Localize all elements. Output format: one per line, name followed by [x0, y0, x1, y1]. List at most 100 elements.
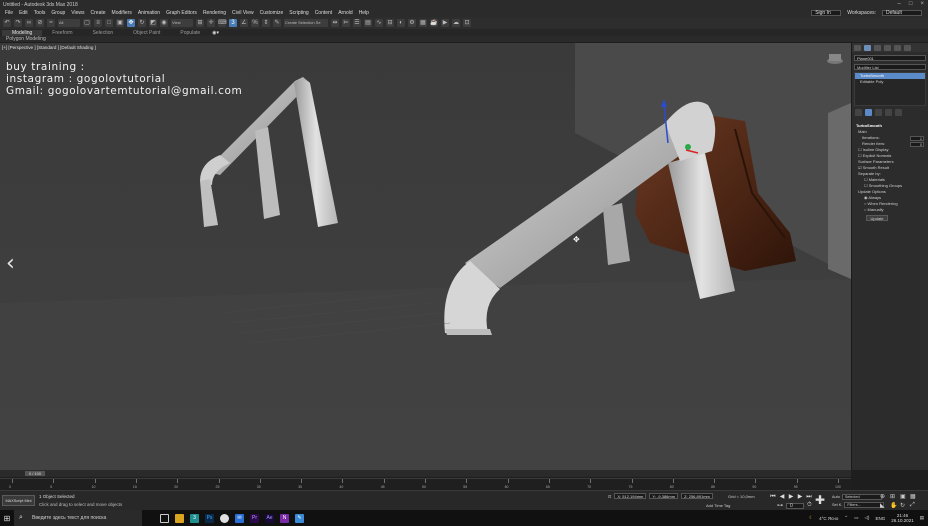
play-icon[interactable]: ▶: [788, 494, 794, 500]
set-key-icon[interactable]: ✚: [815, 493, 825, 507]
perspective-viewport[interactable]: ✥ [+] [Perspective ] [Standard ] [Defaul…: [0, 43, 851, 470]
maximize-icon[interactable]: □: [909, 1, 913, 7]
keyboard-shortcut-icon[interactable]: ⌨: [218, 19, 227, 27]
render-cloud-icon[interactable]: ☁: [452, 19, 460, 27]
key-filter-dropdown[interactable]: Selected: [841, 494, 882, 500]
menu-content[interactable]: Content: [312, 10, 336, 16]
tab-populate[interactable]: Populate: [170, 30, 210, 36]
pan-icon[interactable]: ✋: [890, 502, 898, 509]
rectangular-region-icon[interactable]: □: [105, 19, 113, 27]
premiere-icon[interactable]: Pr: [250, 513, 259, 523]
pivot-center-icon[interactable]: ⊞: [196, 19, 204, 27]
menu-group[interactable]: Group: [48, 10, 68, 16]
x-coordinate-field[interactable]: X: 512,194mm: [614, 493, 647, 499]
current-frame-field[interactable]: 0: [786, 502, 804, 509]
selection-filter-dropdown[interactable]: All: [58, 19, 80, 27]
menu-file[interactable]: File: [2, 10, 16, 16]
time-config-icon[interactable]: ⏱: [807, 502, 812, 509]
reference-coordinate-dropdown[interactable]: View: [171, 19, 193, 27]
zoom-all-icon[interactable]: ⊞: [890, 493, 898, 500]
z-coordinate-field[interactable]: Z: 256,891mm: [681, 493, 713, 499]
key-mode-icon[interactable]: ⊶: [777, 502, 783, 509]
key-filters-button[interactable]: Filters...: [844, 502, 885, 508]
onenote-icon[interactable]: N: [280, 513, 289, 523]
volume-icon[interactable]: ◁): [864, 515, 869, 521]
network-icon[interactable]: ▭: [854, 515, 858, 521]
tray-chevron-icon[interactable]: ⌃: [844, 515, 848, 521]
minimize-icon[interactable]: –: [898, 1, 901, 7]
scene-explorer-icon[interactable]: ▤: [364, 19, 372, 27]
rotate-icon[interactable]: ↻: [138, 19, 146, 27]
unlink-icon[interactable]: ⊘: [36, 19, 44, 27]
modify-tab-icon[interactable]: [864, 45, 871, 51]
menu-customize[interactable]: Customize: [257, 10, 287, 16]
viewport-label[interactable]: [+] [Perspective ] [Standard ] [Default …: [2, 45, 96, 50]
motion-tab-icon[interactable]: [884, 45, 891, 51]
file-explorer-icon[interactable]: [175, 513, 184, 523]
redo-icon[interactable]: ↷: [14, 19, 22, 27]
field-of-view-icon[interactable]: ◣: [880, 502, 888, 509]
angle-snap-icon[interactable]: ∠: [240, 19, 248, 27]
y-coordinate-field[interactable]: Y: -9,386mm: [649, 493, 679, 499]
zoom-extents-all-icon[interactable]: ▦: [910, 493, 918, 500]
menu-animation[interactable]: Animation: [135, 10, 163, 16]
utilities-tab-icon[interactable]: [904, 45, 911, 51]
taskbar-search[interactable]: ⌕ Введите здесь текст для поиска: [14, 510, 142, 526]
object-name-field[interactable]: Plane001: [854, 55, 926, 61]
clock[interactable]: 21:46 26.10.2021: [891, 513, 914, 523]
select-object-icon[interactable]: ▢: [83, 19, 91, 27]
menu-tools[interactable]: Tools: [31, 10, 49, 16]
pin-stack-icon[interactable]: [855, 109, 862, 116]
aftereffects-icon[interactable]: Ae: [265, 513, 274, 523]
task-view-icon[interactable]: [160, 513, 169, 523]
chrome-icon[interactable]: [220, 513, 229, 523]
menu-help[interactable]: Help: [356, 10, 372, 16]
tab-object-paint[interactable]: Object Paint: [123, 30, 170, 36]
tab-freeform[interactable]: Freeform: [42, 30, 82, 36]
set-key-button[interactable]: Set K.: [832, 503, 842, 507]
menu-edit[interactable]: Edit: [16, 10, 31, 16]
curve-editor-icon[interactable]: ∿: [375, 19, 383, 27]
menu-arnold[interactable]: Arnold: [335, 10, 355, 16]
render-icon[interactable]: ☕: [430, 19, 438, 27]
spinner-snap-icon[interactable]: ⇕: [262, 19, 270, 27]
layer-explorer-icon[interactable]: ☰: [353, 19, 361, 27]
track-bar[interactable]: 0 5 10 15 20 25 30 35 40 45 50 55 60 65 70 75 80 85 90 95 10…: [0, 478, 851, 489]
iterations-spinner[interactable]: 1: [910, 135, 924, 141]
menu-graph-editors[interactable]: Graph Editors: [163, 10, 200, 16]
snap-toggle-icon[interactable]: 3: [229, 19, 237, 27]
manually-radio[interactable]: ○ Manually: [856, 207, 924, 213]
rendered-frame-icon[interactable]: ▦: [419, 19, 427, 27]
undo-icon[interactable]: ↶: [3, 19, 11, 27]
ribbon-subpanel[interactable]: Polygon Modeling: [0, 36, 928, 42]
percent-snap-icon[interactable]: %: [251, 19, 259, 27]
scale-icon[interactable]: ◩: [149, 19, 157, 27]
render-iters-spinner[interactable]: 0: [910, 141, 924, 147]
hierarchy-tab-icon[interactable]: [874, 45, 881, 51]
auto-key-button[interactable]: Auto: [832, 495, 840, 499]
orbit-icon[interactable]: ↻: [900, 502, 908, 509]
weather-icon[interactable]: ☾: [809, 515, 813, 521]
render-setup-icon[interactable]: ⚙: [408, 19, 416, 27]
add-time-tag[interactable]: Add Time Tag: [706, 503, 730, 508]
manipulate-icon[interactable]: ✛: [207, 19, 215, 27]
update-button[interactable]: Update: [866, 215, 888, 221]
time-slider-handle[interactable]: 0 / 100: [25, 471, 45, 476]
zoom-icon[interactable]: ⊕: [880, 493, 888, 500]
configure-sets-icon[interactable]: [895, 109, 902, 116]
menu-modifiers[interactable]: Modifiers: [109, 10, 135, 16]
select-by-name-icon[interactable]: ≡: [94, 19, 102, 27]
material-editor-icon[interactable]: ◐: [397, 19, 405, 27]
notifications-icon[interactable]: ▤: [920, 515, 924, 521]
show-end-result-icon[interactable]: [865, 109, 872, 116]
zoom-extents-icon[interactable]: ▣: [900, 493, 908, 500]
windows-start-icon[interactable]: ⊞: [0, 510, 14, 526]
menu-civil-view[interactable]: Civil View: [229, 10, 257, 16]
mirror-icon[interactable]: ⇹: [331, 19, 339, 27]
link-icon[interactable]: ∞: [25, 19, 33, 27]
signin-dropdown[interactable]: Sign In: [811, 10, 842, 16]
bind-spacewarp-icon[interactable]: ≈: [47, 19, 55, 27]
ribbon-options-icon[interactable]: ◉▾: [210, 30, 221, 36]
go-to-end-icon[interactable]: ⏭: [806, 494, 812, 500]
menu-views[interactable]: Views: [68, 10, 87, 16]
